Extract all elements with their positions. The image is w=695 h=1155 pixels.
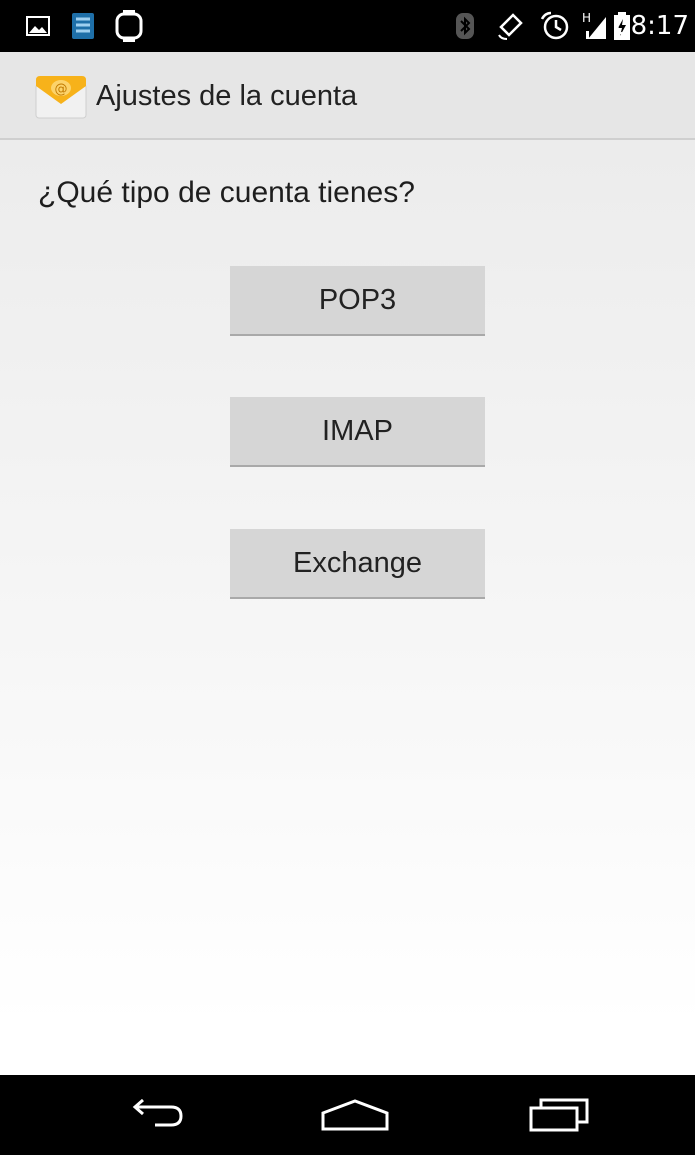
svg-text:@: @ [55, 82, 68, 97]
imap-button[interactable]: IMAP [230, 397, 485, 467]
home-icon[interactable] [295, 1075, 415, 1155]
app-notification-icon [70, 0, 96, 52]
navigation-bar [0, 1075, 695, 1155]
email-app-icon: @ [34, 74, 88, 125]
bluetooth-icon [455, 0, 475, 52]
rotation-icon [497, 0, 525, 52]
recent-apps-icon[interactable] [500, 1075, 620, 1155]
action-bar: @ Ajustes de la cuenta [0, 52, 695, 140]
back-icon[interactable] [95, 1075, 215, 1155]
account-type-panel: ¿Qué tipo de cuenta tienes? POP3 IMAP Ex… [0, 140, 695, 1025]
page-title: Ajustes de la cuenta [96, 80, 358, 112]
exchange-button[interactable]: Exchange [230, 529, 485, 599]
status-time: 08:17 [614, 11, 689, 41]
alarm-icon [540, 0, 570, 52]
sync-icon [114, 0, 144, 52]
account-type-question: ¿Qué tipo de cuenta tienes? [38, 176, 415, 209]
signal-icon: H [582, 0, 608, 52]
gallery-icon [26, 0, 50, 52]
status-bar: H 08:17 [0, 0, 695, 52]
svg-text:H: H [582, 11, 591, 25]
pop3-button[interactable]: POP3 [230, 266, 485, 336]
